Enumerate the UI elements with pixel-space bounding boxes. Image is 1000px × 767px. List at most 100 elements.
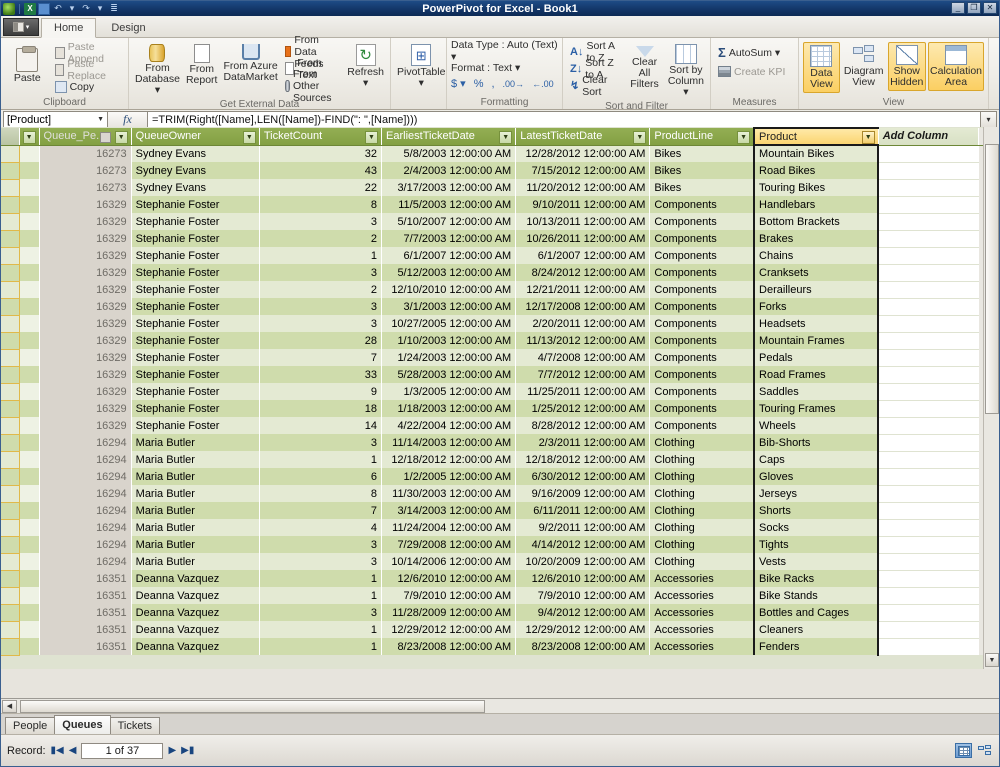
cell-productline[interactable]: Accessories xyxy=(649,570,755,587)
cell-product[interactable]: Jerseys xyxy=(753,485,880,502)
cell-add-column[interactable] xyxy=(878,638,979,656)
cell-product[interactable]: Socks xyxy=(753,519,880,536)
cell-earliestticketdate[interactable]: 11/14/2003 12:00:00 AM xyxy=(381,434,517,451)
save-icon[interactable] xyxy=(38,2,50,15)
cell-queueowner[interactable]: Maria Butler xyxy=(131,485,260,502)
vertical-scrollbar[interactable]: ▼ xyxy=(983,127,999,669)
cell-add-column[interactable] xyxy=(878,417,979,435)
cell-earliestticketdate[interactable]: 12/6/2010 12:00:00 AM xyxy=(381,570,517,587)
cell-productline[interactable]: Clothing xyxy=(649,485,755,502)
cell-product[interactable]: Fenders xyxy=(753,638,880,655)
filter-dropdown-icon[interactable]: ▼ xyxy=(114,131,128,144)
cell-earliestticketdate[interactable]: 1/2/2005 12:00:00 AM xyxy=(381,468,517,485)
cell-productline[interactable]: Accessories xyxy=(649,604,755,621)
data-grid[interactable]: ▼ Queue_Pe... ▼ QueueOwner ▼ TicketCount… xyxy=(1,127,999,669)
status-diagram-view-button[interactable] xyxy=(976,743,993,758)
cell-product[interactable]: Shorts xyxy=(753,502,880,519)
cell-ticketcount[interactable]: 1 xyxy=(259,570,383,587)
cell-queueowner[interactable]: Maria Butler xyxy=(131,553,260,570)
clear-sort-button[interactable]: ↯ Clear Sort xyxy=(567,74,623,98)
cell-add-column[interactable] xyxy=(878,332,979,350)
filter-dropdown-icon[interactable]: ▼ xyxy=(737,131,751,144)
clear-all-filters-button[interactable]: Clear All Filters xyxy=(625,41,664,93)
cell-ticketcount[interactable]: 3 xyxy=(259,604,383,621)
row-header-cell[interactable] xyxy=(1,536,20,554)
table-row[interactable]: 16329 Stephanie Foster 18 1/18/2003 12:00:0… xyxy=(1,400,995,418)
cell-queue-pe[interactable]: 16329 xyxy=(39,196,132,213)
cell-queueowner[interactable]: Stephanie Foster xyxy=(131,213,260,230)
sheet-tab-tickets[interactable]: Tickets xyxy=(109,717,161,734)
cell-earliestticketdate[interactable]: 1/24/2003 12:00:00 AM xyxy=(381,349,517,366)
cell-queueowner[interactable]: Stephanie Foster xyxy=(131,400,260,417)
row-header-cell[interactable] xyxy=(1,247,20,265)
cell-queueowner[interactable]: Sydney Evans xyxy=(131,145,260,162)
row-header-cell[interactable] xyxy=(1,315,20,333)
last-record-icon[interactable]: ▶▮ xyxy=(181,745,194,756)
table-row[interactable]: 16329 Stephanie Foster 14 4/22/2004 12:00:0… xyxy=(1,417,995,435)
cell-add-column[interactable] xyxy=(878,502,979,520)
cell-add-column[interactable] xyxy=(878,587,979,605)
pivottable-button[interactable]: ⊞ PivotTable ▾ xyxy=(395,41,447,92)
cell-latestticketdate[interactable]: 2/3/2011 12:00:00 AM xyxy=(515,434,651,451)
cell-product[interactable]: Mountain Frames xyxy=(753,332,880,349)
row-header-cell[interactable] xyxy=(1,349,20,367)
first-record-icon[interactable]: ▮◀ xyxy=(51,745,64,756)
table-row[interactable]: 16273 Sydney Evans 32 5/8/2003 12:00:00 AM 1… xyxy=(1,145,995,163)
cell-productline[interactable]: Clothing xyxy=(649,434,755,451)
cell-product[interactable]: Wheels xyxy=(753,417,880,434)
cell-add-column[interactable] xyxy=(878,485,979,503)
cell-ticketcount[interactable]: 1 xyxy=(259,621,383,638)
cell-queueowner[interactable]: Stephanie Foster xyxy=(131,383,260,400)
table-row[interactable]: 16273 Sydney Evans 22 3/17/2003 12:00:00 AM… xyxy=(1,179,995,197)
cell-product[interactable]: Chains xyxy=(753,247,880,264)
cell-queueowner[interactable]: Maria Butler xyxy=(131,434,260,451)
cell-queueowner[interactable]: Maria Butler xyxy=(131,451,260,468)
cell-earliestticketdate[interactable]: 12/29/2012 12:00:00 AM xyxy=(381,621,517,638)
cell-latestticketdate[interactable]: 8/23/2008 12:00:00 AM xyxy=(515,638,651,655)
sheet-tab-people[interactable]: People xyxy=(5,717,56,734)
cell-product[interactable]: Vests xyxy=(753,553,880,570)
cell-productline[interactable]: Components xyxy=(649,298,755,315)
filter-dropdown-icon[interactable]: ▼ xyxy=(242,131,256,144)
cell-productline[interactable]: Bikes xyxy=(649,179,755,196)
cell-productline[interactable]: Bikes xyxy=(649,145,755,162)
table-row[interactable]: 16329 Stephanie Foster 3 10/27/2005 12:00:0… xyxy=(1,315,995,333)
show-hidden-button[interactable]: Show Hidden xyxy=(887,42,927,91)
create-kpi-button[interactable]: Create KPI xyxy=(715,63,788,80)
cell-earliestticketdate[interactable]: 4/22/2004 12:00:00 AM xyxy=(381,417,517,434)
cell-latestticketdate[interactable]: 7/7/2012 12:00:00 AM xyxy=(515,366,651,383)
row-header-cell[interactable] xyxy=(1,179,20,197)
cell-queueowner[interactable]: Stephanie Foster xyxy=(131,230,260,247)
row-header-cell[interactable] xyxy=(1,281,20,299)
restore-button[interactable]: ❐ xyxy=(967,2,981,14)
cell-latestticketdate[interactable]: 8/24/2012 12:00:00 AM xyxy=(515,264,651,281)
cell-product[interactable]: Headsets xyxy=(753,315,880,332)
from-report-button[interactable]: From Report xyxy=(184,41,220,89)
formula-input[interactable]: =TRIM(Right([Name],LEN([Name])-FIND(": "… xyxy=(148,111,981,128)
cell-earliestticketdate[interactable]: 1/10/2003 12:00:00 AM xyxy=(381,332,517,349)
undo-dropdown-icon[interactable]: ▾ xyxy=(66,3,78,15)
cell-queueowner[interactable]: Stephanie Foster xyxy=(131,264,260,281)
cell-productline[interactable]: Clothing xyxy=(649,502,755,519)
cell-queueowner[interactable]: Deanna Vazquez xyxy=(131,638,260,655)
row-header-cell[interactable] xyxy=(1,264,20,282)
redo-icon[interactable]: ↷ xyxy=(80,3,92,15)
cell-productline[interactable]: Accessories xyxy=(649,638,755,655)
cell-productline[interactable]: Components xyxy=(649,366,755,383)
cell-queue-pe[interactable]: 16351 xyxy=(39,621,132,638)
cell-productline[interactable]: Components xyxy=(649,196,755,213)
horizontal-scrollbar[interactable]: ◀ xyxy=(1,698,999,713)
cell-queueowner[interactable]: Stephanie Foster xyxy=(131,332,260,349)
format-control[interactable]: Format : Text ▾ xyxy=(451,60,520,76)
table-row[interactable]: 16294 Maria Butler 3 10/14/2006 12:00:00 AM… xyxy=(1,553,995,571)
cell-queue-pe[interactable]: 16329 xyxy=(39,264,132,281)
paste-button[interactable]: Paste xyxy=(5,45,50,87)
cell-ticketcount[interactable]: 9 xyxy=(259,383,383,400)
table-row[interactable]: 16329 Stephanie Foster 3 5/10/2007 12:00:00… xyxy=(1,213,995,231)
cell-product[interactable]: Cleaners xyxy=(753,621,880,638)
excel-icon[interactable]: X xyxy=(24,2,36,15)
cell-queue-pe[interactable]: 16273 xyxy=(39,162,132,179)
cell-productline[interactable]: Components xyxy=(649,230,755,247)
table-row[interactable]: 16294 Maria Butler 4 11/24/2004 12:00:00 AM… xyxy=(1,519,995,537)
cell-add-column[interactable] xyxy=(878,281,979,299)
